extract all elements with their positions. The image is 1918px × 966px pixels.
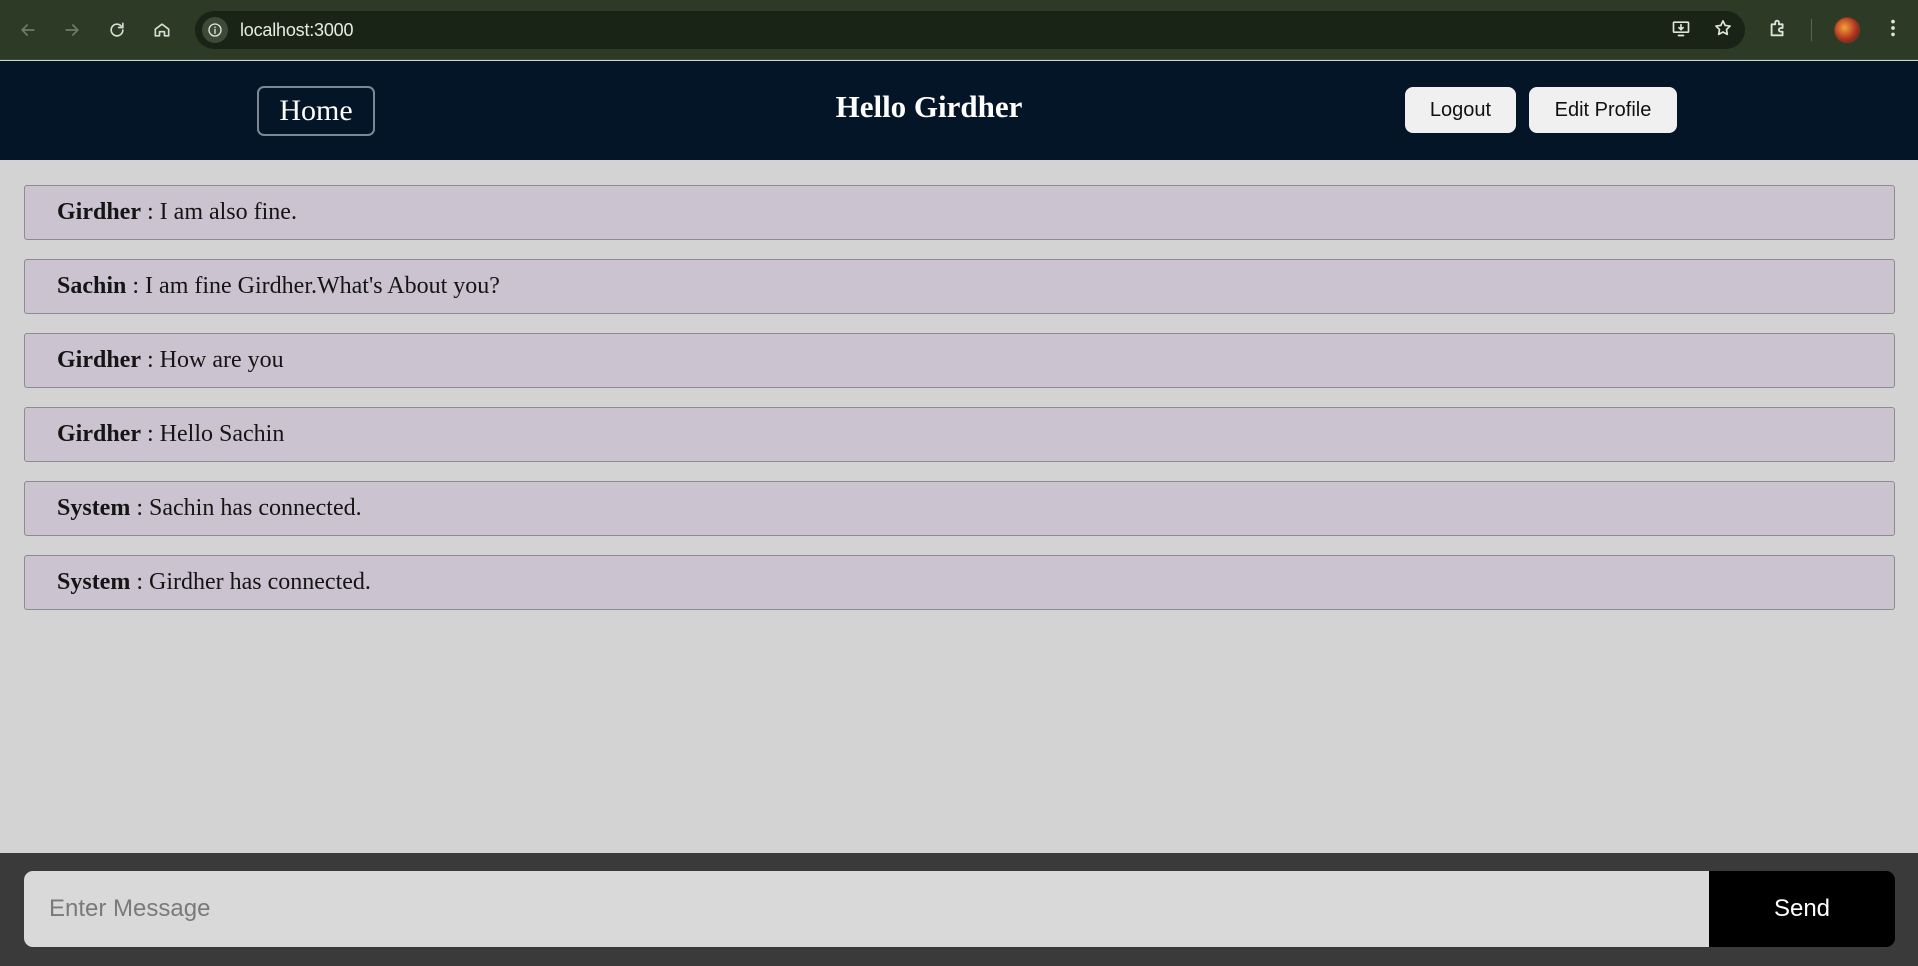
message-text: Hello Sachin — [159, 421, 285, 447]
arrow-right-icon — [65, 24, 80, 36]
app-header: Home Hello Girdher Logout Edit Profile — [0, 61, 1918, 160]
reload-button[interactable] — [102, 15, 132, 45]
message-item: Girdher : I am also fine. — [24, 185, 1895, 240]
message-sender: Girdher — [57, 347, 141, 373]
site-info-button[interactable] — [202, 17, 228, 43]
message-sender: Girdher — [57, 421, 141, 447]
forward-button[interactable] — [57, 15, 87, 45]
home-icon — [154, 23, 170, 37]
info-icon — [208, 23, 222, 37]
message-input[interactable] — [24, 871, 1709, 947]
browser-toolbar: localhost:3000 — [0, 0, 1918, 60]
message-item: Sachin : I am fine Girdher.What's About … — [24, 259, 1895, 314]
bookmark-button[interactable] — [1713, 18, 1733, 43]
message-item: Girdher : Hello Sachin — [24, 407, 1895, 462]
message-text: Girdher has connected. — [149, 569, 371, 595]
message-item: System : Girdher has connected. — [24, 555, 1895, 610]
install-app-icon — [1672, 20, 1690, 36]
avatar[interactable] — [1834, 17, 1860, 43]
browser-menu-button[interactable] — [1882, 17, 1904, 44]
star-icon — [1715, 19, 1731, 35]
message-item: Girdher : How are you — [24, 333, 1895, 388]
kebab-menu-icon — [1891, 19, 1895, 36]
message-sender: System — [57, 495, 131, 521]
message-text: How are you — [159, 347, 284, 373]
reload-icon — [110, 22, 124, 37]
message-text: I am fine Girdher.What's About you? — [145, 273, 500, 299]
install-app-button[interactable] — [1671, 18, 1691, 43]
extensions-button[interactable] — [1767, 17, 1789, 44]
send-button[interactable]: Send — [1709, 871, 1895, 947]
arrow-left-icon — [20, 24, 35, 36]
address-bar[interactable]: localhost:3000 — [195, 11, 1745, 49]
message-sender: Sachin — [57, 273, 127, 299]
url-text[interactable]: localhost:3000 — [240, 20, 353, 41]
message-sender: System — [57, 569, 131, 595]
message-list: Girdher : I am also fine. Sachin : I am … — [24, 185, 1895, 629]
logout-button[interactable]: Logout — [1405, 87, 1516, 133]
message-composer: Send — [0, 853, 1918, 966]
home-nav-button[interactable] — [147, 15, 177, 45]
toolbar-divider — [1811, 19, 1812, 41]
message-text: Sachin has connected. — [149, 495, 362, 521]
edit-profile-button[interactable]: Edit Profile — [1529, 87, 1677, 133]
message-item: System : Sachin has connected. — [24, 481, 1895, 536]
back-button[interactable] — [13, 15, 43, 45]
message-text: I am also fine. — [159, 199, 297, 225]
puzzle-icon — [1770, 19, 1784, 36]
message-sender: Girdher — [57, 199, 141, 225]
